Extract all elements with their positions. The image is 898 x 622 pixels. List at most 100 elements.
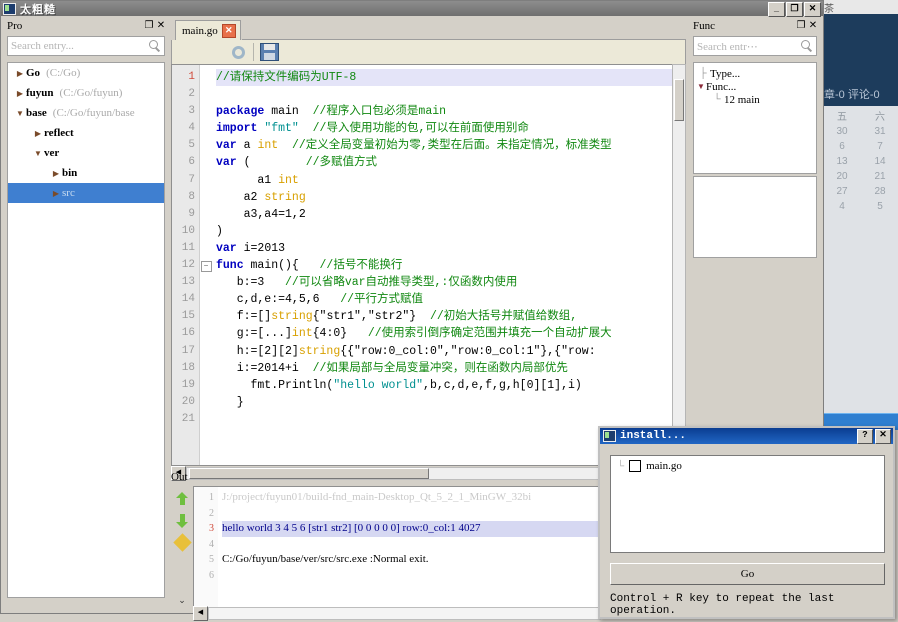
chevron-down-icon[interactable]: ▼	[696, 82, 706, 91]
code-line[interactable]: h:=[2][2]string{{"row:0_col:0","row:0_co…	[216, 343, 685, 360]
func-tree-item[interactable]: ▼ Func...	[696, 80, 816, 93]
calendar-day[interactable]: 20	[823, 169, 861, 184]
calendar-day[interactable]: 27	[823, 184, 861, 199]
code-token: func	[216, 259, 244, 273]
fold-toggle-icon[interactable]: −	[200, 261, 212, 273]
maximize-button[interactable]: ❐	[786, 2, 803, 17]
code-line[interactable]: a2 string	[216, 189, 685, 206]
output-hscroll-track[interactable]	[208, 607, 601, 620]
project-tree[interactable]: ▶ Go (C:/Go) ▶ fuyun (C:/Go/fuyun) ▼ base (C:/Go…	[7, 62, 165, 598]
install-file-list[interactable]: └ main.go	[610, 455, 885, 553]
calendar-day[interactable]: 4	[823, 199, 861, 214]
editor-vertical-scrollbar[interactable]	[672, 64, 686, 466]
calendar-day[interactable]: 21	[861, 169, 898, 184]
tree-item-label: ver	[44, 147, 60, 159]
code-token: var	[216, 139, 237, 153]
dialog-close-button[interactable]: ✕	[875, 428, 891, 444]
code-token: package	[216, 105, 265, 119]
func-panel-title: Func	[693, 20, 715, 32]
code-line[interactable]: )	[216, 223, 685, 240]
code-line[interactable]: a3,a4=1,2	[216, 206, 685, 223]
calendar-day[interactable]: 7	[861, 139, 898, 154]
chevron-right-icon[interactable]: ▶	[32, 129, 44, 138]
output-horizontal-scrollbar[interactable]: ◀	[193, 606, 601, 621]
func-search-input[interactable]: Search entr⋯	[693, 36, 817, 56]
func-tree-item[interactable]: ├ Type...	[696, 67, 816, 80]
code-line[interactable]: //请保持文件编码为UTF-8	[216, 69, 685, 87]
output-text-view[interactable]: 1 2 3 4 5 6 J:/project/fuyun01/build-fnd_main…	[193, 486, 601, 608]
calendar-day[interactable]: 6	[823, 139, 861, 154]
editor-code-text[interactable]: //请保持文件编码为UTF-8 package main //程序入口包必须是m…	[212, 65, 685, 465]
close-icon[interactable]: ✕	[221, 23, 236, 38]
code-line[interactable]: c,d,e:=4,5,6 //平行方式赋值	[216, 291, 685, 308]
list-item[interactable]: └ main.go	[617, 460, 884, 472]
code-line[interactable]: b:=3 //可以省略var自动推导类型,:仅函数内使用	[216, 274, 685, 291]
project-panel-close-button[interactable]: ✕	[155, 20, 167, 32]
tree-item-bin[interactable]: ▶ bin	[8, 163, 164, 183]
minimize-button[interactable]: _	[768, 2, 785, 17]
calendar-day[interactable]: 28	[861, 184, 898, 199]
code-line[interactable]: func main(){ //括号不能换行	[216, 257, 685, 274]
code-token: {"str1","str2"}	[312, 310, 430, 324]
tree-item-reflect[interactable]: ▶ reflect	[8, 123, 164, 143]
code-token: string	[298, 344, 341, 358]
code-line[interactable]: i:=2014+i //如果局部与全局变量冲突，则在函数内局部优先	[216, 360, 685, 377]
install-dialog-titlebar[interactable]: install... ? ✕	[600, 428, 893, 444]
calendar-day[interactable]: 31	[861, 124, 898, 139]
calendar-day[interactable]: 5	[861, 199, 898, 214]
help-button[interactable]: ?	[857, 428, 873, 444]
editor-vscroll-thumb[interactable]	[674, 79, 684, 121]
chevron-double-down-icon[interactable]: ⌄	[178, 595, 186, 608]
func-panel-close-button[interactable]: ✕	[807, 20, 819, 32]
go-button[interactable]: Go	[610, 563, 885, 585]
pencil-icon[interactable]	[172, 533, 192, 552]
calendar-day[interactable]: 13	[823, 154, 861, 169]
output-line-number: 4	[209, 538, 214, 550]
code-line[interactable]: g:=[...]int{4:0} //使用索引倒序确定范围并填充一个自动扩展大	[216, 325, 685, 342]
tab-main-go[interactable]: main.go ✕	[175, 20, 241, 40]
code-line[interactable]: import "fmt" //导入使用功能的包,可以在前面使用别命	[216, 120, 685, 137]
chevron-down-icon[interactable]: ▼	[32, 149, 44, 158]
code-token: main	[264, 105, 313, 119]
code-line[interactable]: a1 int	[216, 172, 685, 189]
tree-item-ver[interactable]: ▼ ver	[8, 143, 164, 163]
code-line[interactable]: fmt.Println("hello world",b,c,d,e,f,g,h[…	[216, 377, 685, 394]
save-icon[interactable]	[260, 43, 279, 61]
close-button[interactable]: ✕	[804, 2, 821, 17]
editor-fold-column[interactable]: −	[200, 65, 212, 465]
code-line[interactable]: package main //程序入口包必须是main	[216, 103, 685, 120]
gear-icon[interactable]	[230, 44, 247, 61]
code-line[interactable]: var ( //多赋值方式	[216, 154, 685, 171]
window-titlebar[interactable]: 太粗糙 _ ❐ ✕	[1, 1, 823, 17]
output-scroll-left-icon[interactable]: ◀	[193, 606, 208, 621]
project-panel-float-button[interactable]: ❐	[143, 20, 155, 32]
code-line[interactable]: var i=2013	[216, 240, 685, 257]
calendar-header: 五	[837, 112, 847, 123]
tree-item-Go[interactable]: ▶ Go (C:/Go)	[8, 63, 164, 83]
chevron-down-icon[interactable]: ▼	[14, 109, 26, 118]
tree-item-base[interactable]: ▼ base (C:/Go/fuyun/base	[8, 103, 164, 123]
chevron-right-icon[interactable]: ▶	[50, 169, 62, 178]
calendar-day[interactable]: 14	[861, 154, 898, 169]
code-line[interactable]: }	[216, 394, 685, 411]
func-tree[interactable]: ├ Type... ▼ Func... └ 12 main	[693, 62, 817, 174]
func-panel-float-button[interactable]: ❐	[795, 20, 807, 32]
project-search-input[interactable]: Search entry...	[7, 36, 165, 56]
chevron-right-icon[interactable]: ▶	[14, 89, 26, 98]
code-editor[interactable]: 1 2 3 4 5 6 7 8 9 10 11 12 13 14 15 16 17 18 19 20 21 − //请保…	[171, 64, 686, 466]
editor-toolbar	[171, 40, 686, 64]
code-line[interactable]: f:=[]string{"str1","str2"} //初始大括号并赋值给数组…	[216, 308, 685, 325]
func-tree-item[interactable]: └ 12 main	[696, 93, 816, 106]
chevron-right-icon[interactable]: ▶	[50, 189, 62, 198]
tree-item-src[interactable]: ▶ src	[8, 183, 164, 203]
tree-item-fuyun[interactable]: ▶ fuyun (C:/Go/fuyun)	[8, 83, 164, 103]
calendar-day[interactable]: 30	[823, 124, 861, 139]
arrow-up-icon[interactable]	[175, 492, 189, 506]
editor-area: main.go ✕ 1 2 3 4 5 6 7 8 9 10 11 12 13 14 15 16 17 18 19 2…	[171, 18, 686, 481]
code-line[interactable]	[216, 86, 685, 103]
arrow-down-icon[interactable]	[175, 514, 189, 528]
file-checkbox[interactable]	[629, 460, 642, 472]
chevron-right-icon[interactable]: ▶	[14, 69, 26, 78]
code-line[interactable]: var a int //定义全局变量初始为零,类型在后面。未指定情况，标准类型	[216, 137, 685, 154]
